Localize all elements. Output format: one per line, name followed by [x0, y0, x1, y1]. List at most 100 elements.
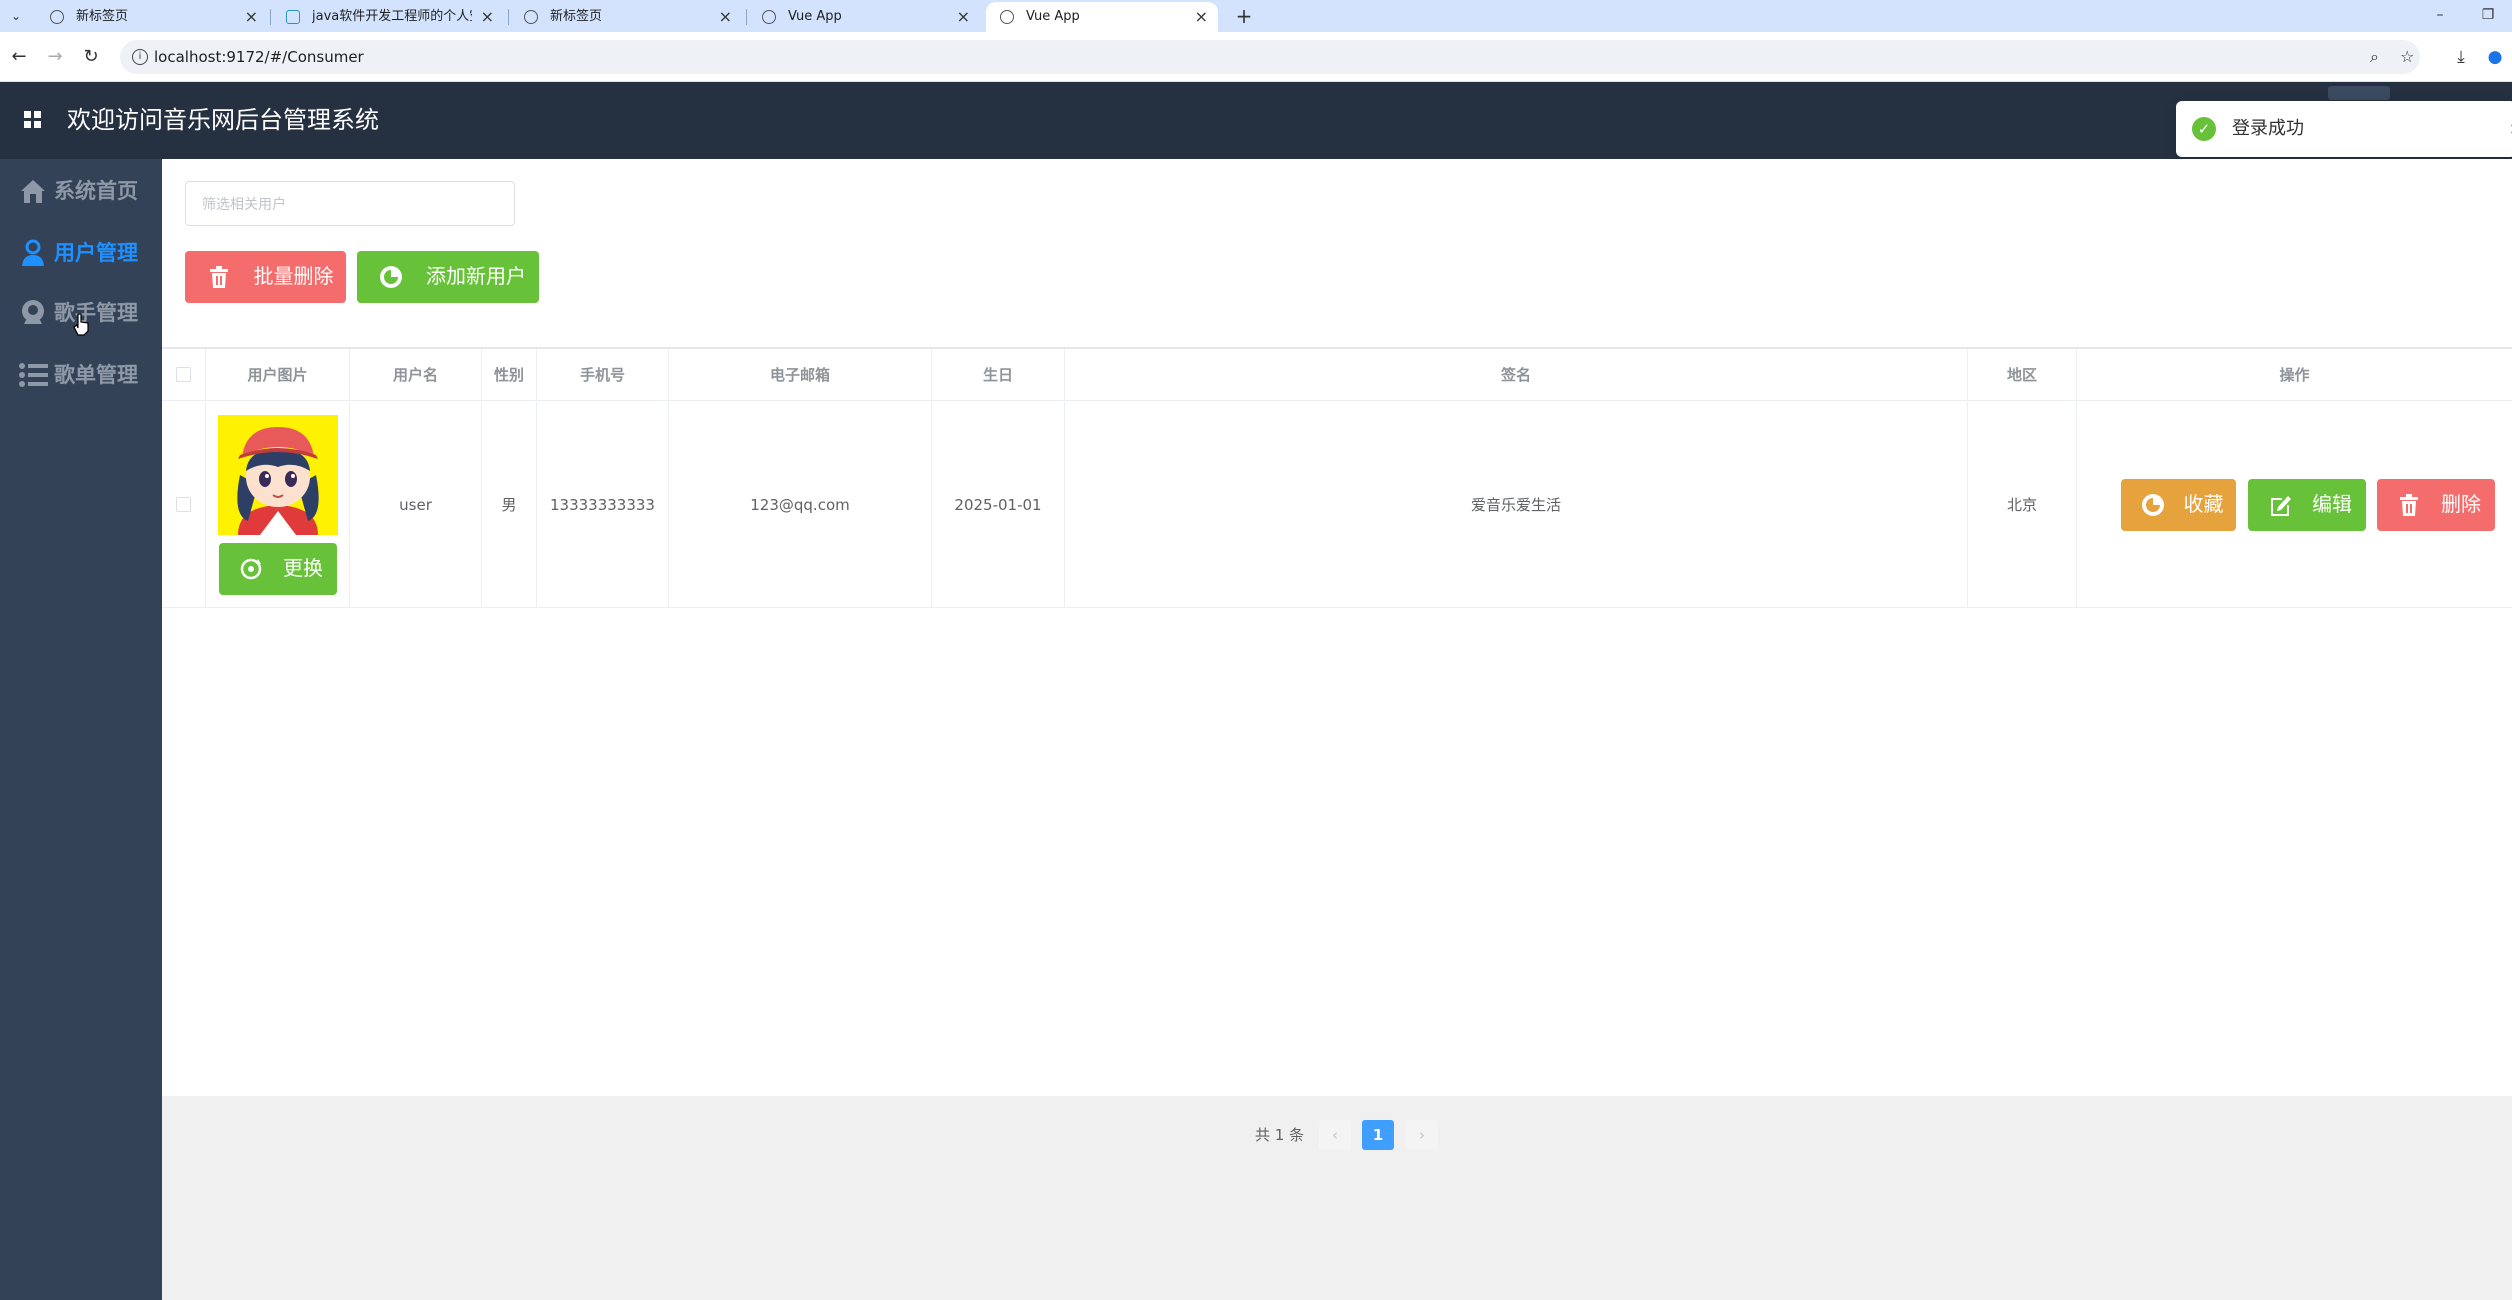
- column-header: 用户名: [350, 349, 482, 401]
- tab-search-icon[interactable]: ⌄: [6, 6, 26, 26]
- refresh-icon: [240, 558, 262, 580]
- add-user-button[interactable]: 添加新用户: [357, 251, 539, 303]
- url-bar[interactable]: i localhost:9172/#/Consumer ⌕ ☆: [120, 40, 2420, 74]
- table-row: 更换 user 男 13333333333 123@qq.com 2025-01…: [162, 402, 2512, 608]
- username-cell: user: [350, 402, 482, 608]
- column-header: 电子邮箱: [669, 349, 932, 401]
- sidebar-item-users[interactable]: 用户管理: [0, 223, 162, 283]
- signature-cell: 爱音乐爱生活: [1065, 402, 1968, 608]
- trash-icon: [210, 266, 228, 288]
- reload-icon[interactable]: ↻: [78, 44, 104, 70]
- back-icon[interactable]: ←: [6, 44, 32, 70]
- zoom-icon[interactable]: ⌕: [2370, 40, 2379, 74]
- singer-icon: [22, 300, 44, 324]
- download-icon[interactable]: ⤓: [2448, 44, 2474, 70]
- prev-page-button[interactable]: ‹: [1319, 1120, 1351, 1150]
- region-cell: 北京: [1968, 402, 2077, 608]
- tab-title: java软件开发工程师的个人空间: [312, 9, 472, 24]
- user-image-cell: 更换: [206, 402, 350, 608]
- profile-icon[interactable]: ●: [2482, 44, 2508, 70]
- sidebar-item-label: 歌单管理: [54, 363, 138, 387]
- pagination-area: 共 1 条 ‹ 1 ›: [162, 1096, 2512, 1300]
- url-text[interactable]: localhost:9172/#/Consumer: [154, 40, 364, 74]
- bilibili-icon: [286, 10, 300, 24]
- change-avatar-button[interactable]: 更换: [219, 543, 337, 595]
- grid-menu-icon[interactable]: [24, 111, 42, 129]
- button-label: 批量删除: [253, 266, 334, 288]
- site-info-icon[interactable]: i: [132, 49, 148, 65]
- close-tab-icon[interactable]: ×: [719, 2, 732, 32]
- gender-cell: 男: [482, 402, 537, 608]
- collect-icon: [2142, 494, 2164, 516]
- app-title: 欢迎访问音乐网后台管理系统: [67, 106, 379, 134]
- button-label: 更换: [283, 558, 323, 580]
- edit-icon: [2271, 496, 2291, 516]
- sidebar-item-home[interactable]: 系统首页: [0, 161, 162, 221]
- success-toast: ✓ 登录成功 ×: [2176, 101, 2512, 157]
- batch-delete-button[interactable]: 批量删除: [185, 251, 346, 303]
- restore-icon[interactable]: ❐: [2468, 0, 2508, 32]
- column-header: 手机号: [537, 349, 669, 401]
- next-page-button[interactable]: ›: [1406, 1120, 1438, 1150]
- hand-cursor-icon: [73, 313, 89, 336]
- sidebar-item-label: 歌手管理: [54, 301, 138, 325]
- browser-tab-3[interactable]: 新标签页 ×: [510, 2, 742, 32]
- browser-tab-1[interactable]: 新标签页 ×: [36, 2, 268, 32]
- actions-cell: 收藏 编辑 删除: [2077, 402, 2512, 608]
- browser-tab-2[interactable]: java软件开发工程师的个人空间 ×: [272, 2, 504, 32]
- button-label: 添加新用户: [426, 266, 526, 288]
- bookmark-star-icon[interactable]: ☆: [2400, 40, 2414, 74]
- tab-title: Vue App: [788, 9, 842, 24]
- button-label: 收藏: [2183, 494, 2224, 516]
- row-select-cell: [162, 402, 206, 608]
- sidebar-item-playlists[interactable]: 歌单管理: [0, 345, 162, 405]
- address-bar: ← → ↻ i localhost:9172/#/Consumer ⌕ ☆ ⤓ …: [0, 32, 2512, 82]
- success-check-icon: ✓: [2192, 117, 2216, 141]
- column-header: 生日: [932, 349, 1065, 401]
- page-number-button[interactable]: 1: [1362, 1120, 1394, 1150]
- list-icon: [19, 363, 48, 387]
- browser-tab-4[interactable]: Vue App ×: [748, 2, 980, 32]
- add-circle-icon: [380, 266, 402, 288]
- trash-icon: [2400, 494, 2418, 516]
- tab-title: 新标签页: [550, 9, 603, 24]
- globe-icon: [1000, 10, 1014, 24]
- collect-button[interactable]: 收藏: [2121, 479, 2236, 531]
- new-tab-button[interactable]: +: [1230, 2, 1258, 30]
- sidebar-item-label: 系统首页: [54, 179, 138, 203]
- app-header: 欢迎访问音乐网后台管理系统: [0, 82, 2512, 159]
- browser-tab-bar: ⌄ 新标签页 × java软件开发工程师的个人空间 × 新标签页 × Vue A…: [0, 0, 2512, 32]
- close-tab-icon[interactable]: ×: [957, 2, 970, 32]
- toast-message: 登录成功: [2232, 118, 2304, 139]
- user-search-input[interactable]: [185, 181, 515, 226]
- delete-button[interactable]: 删除: [2377, 479, 2495, 531]
- user-avatar: [218, 415, 338, 535]
- column-header: 性别: [482, 349, 537, 401]
- close-tab-icon[interactable]: ×: [481, 2, 494, 32]
- forward-icon[interactable]: →: [42, 44, 68, 70]
- edit-button[interactable]: 编辑: [2248, 479, 2366, 531]
- tab-title: 新标签页: [76, 9, 129, 24]
- table-header: 用户图片 用户名 性别 手机号 电子邮箱 生日 签名 地区 操作: [162, 349, 2512, 401]
- globe-icon: [762, 10, 776, 24]
- sidebar-item-label: 用户管理: [54, 241, 138, 265]
- close-tab-icon[interactable]: ×: [245, 2, 258, 32]
- phone-cell: 13333333333: [537, 402, 669, 608]
- minimize-icon[interactable]: –: [2420, 0, 2460, 32]
- header-avatar-tab[interactable]: [2328, 86, 2390, 100]
- globe-icon: [50, 10, 64, 24]
- home-icon: [21, 180, 45, 203]
- button-label: 编辑: [2312, 494, 2352, 516]
- user-icon: [22, 239, 44, 266]
- close-tab-icon[interactable]: ×: [1195, 2, 1208, 32]
- row-checkbox[interactable]: [176, 497, 191, 512]
- select-all-checkbox[interactable]: [176, 367, 191, 382]
- select-all-cell: [162, 349, 206, 401]
- tab-title: Vue App: [1026, 9, 1080, 24]
- browser-tab-5[interactable]: Vue App ×: [986, 2, 1218, 32]
- column-header: 操作: [2279, 366, 2310, 384]
- globe-icon: [524, 10, 538, 24]
- birthday-cell: 2025-01-01: [932, 402, 1065, 608]
- avatar-illustration: [218, 415, 338, 535]
- toast-close-icon[interactable]: ×: [2509, 101, 2512, 157]
